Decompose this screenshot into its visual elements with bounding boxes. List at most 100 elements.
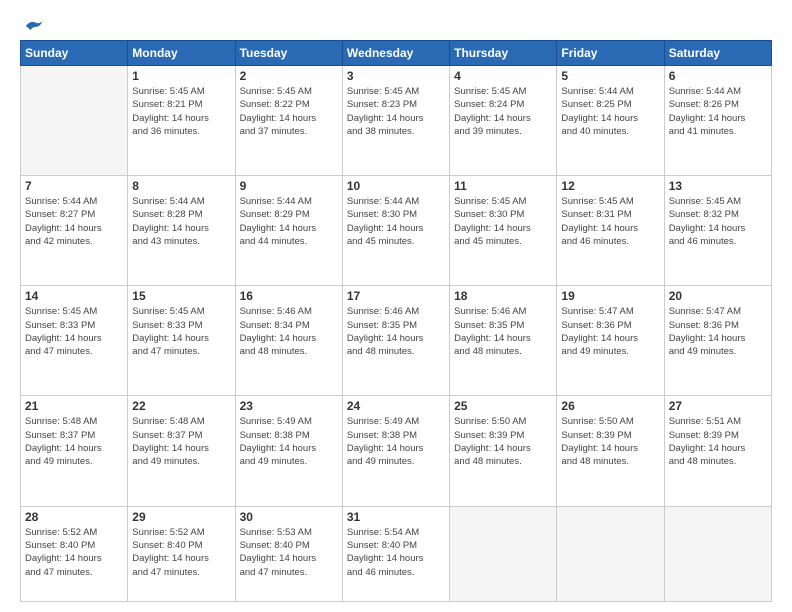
day-number: 16 <box>240 289 338 303</box>
day-info: Sunrise: 5:45 AM Sunset: 8:23 PM Dayligh… <box>347 85 445 138</box>
calendar-cell: 11 Sunrise: 5:45 AM Sunset: 8:30 PM Dayli… <box>450 176 557 286</box>
day-info: Sunrise: 5:45 AM Sunset: 8:24 PM Dayligh… <box>454 85 552 138</box>
day-number: 31 <box>347 510 445 524</box>
calendar-header-tuesday: Tuesday <box>235 41 342 66</box>
calendar-cell: 5 Sunrise: 5:44 AM Sunset: 8:25 PM Daylig… <box>557 66 664 176</box>
day-info: Sunrise: 5:45 AM Sunset: 8:33 PM Dayligh… <box>132 305 230 358</box>
calendar-cell: 1 Sunrise: 5:45 AM Sunset: 8:21 PM Daylig… <box>128 66 235 176</box>
week-row-5: 28Sunrise: 5:52 AM Sunset: 8:40 PM Dayli… <box>21 506 772 601</box>
day-info: Sunrise: 5:44 AM Sunset: 8:29 PM Dayligh… <box>240 195 338 248</box>
calendar-header-thursday: Thursday <box>450 41 557 66</box>
day-info: Sunrise: 5:46 AM Sunset: 8:34 PM Dayligh… <box>240 305 338 358</box>
day-info: Sunrise: 5:54 AM Sunset: 8:40 PM Dayligh… <box>347 526 445 579</box>
calendar-cell: 2 Sunrise: 5:45 AM Sunset: 8:22 PM Daylig… <box>235 66 342 176</box>
logo-bird-icon <box>24 18 44 34</box>
calendar-cell: 4 Sunrise: 5:45 AM Sunset: 8:24 PM Daylig… <box>450 66 557 176</box>
calendar-header-saturday: Saturday <box>664 41 771 66</box>
day-number: 26 <box>561 399 659 413</box>
day-number: 7 <box>25 179 123 193</box>
day-info: Sunrise: 5:47 AM Sunset: 8:36 PM Dayligh… <box>669 305 767 358</box>
calendar-cell: 26 Sunrise: 5:50 AM Sunset: 8:39 PM Dayli… <box>557 396 664 506</box>
calendar-cell: 6 Sunrise: 5:44 AM Sunset: 8:26 PM Daylig… <box>664 66 771 176</box>
day-info: Sunrise: 5:46 AM Sunset: 8:35 PM Dayligh… <box>347 305 445 358</box>
day-info: Sunrise: 5:45 AM Sunset: 8:30 PM Dayligh… <box>454 195 552 248</box>
calendar-cell: 18Sunrise: 5:46 AM Sunset: 8:35 PM Dayli… <box>450 286 557 396</box>
day-info: Sunrise: 5:45 AM Sunset: 8:22 PM Dayligh… <box>240 85 338 138</box>
calendar-header-sunday: Sunday <box>21 41 128 66</box>
day-number: 15 <box>132 289 230 303</box>
logo <box>20 18 44 30</box>
week-row-3: 14 Sunrise: 5:45 AM Sunset: 8:33 PM Dayli… <box>21 286 772 396</box>
day-number: 8 <box>132 179 230 193</box>
calendar-cell: 7Sunrise: 5:44 AM Sunset: 8:27 PM Daylig… <box>21 176 128 286</box>
calendar-cell: 9 Sunrise: 5:44 AM Sunset: 8:29 PM Daylig… <box>235 176 342 286</box>
day-number: 14 <box>25 289 123 303</box>
header <box>20 18 772 30</box>
day-number: 19 <box>561 289 659 303</box>
week-row-2: 7Sunrise: 5:44 AM Sunset: 8:27 PM Daylig… <box>21 176 772 286</box>
day-number: 1 <box>132 69 230 83</box>
day-number: 17 <box>347 289 445 303</box>
day-number: 20 <box>669 289 767 303</box>
calendar-cell: 24Sunrise: 5:49 AM Sunset: 8:38 PM Dayli… <box>342 396 449 506</box>
day-number: 9 <box>240 179 338 193</box>
day-info: Sunrise: 5:51 AM Sunset: 8:39 PM Dayligh… <box>669 415 767 468</box>
calendar-cell: 19 Sunrise: 5:47 AM Sunset: 8:36 PM Dayli… <box>557 286 664 396</box>
calendar-cell: 22 Sunrise: 5:48 AM Sunset: 8:37 PM Dayli… <box>128 396 235 506</box>
day-number: 3 <box>347 69 445 83</box>
day-number: 27 <box>669 399 767 413</box>
day-number: 21 <box>25 399 123 413</box>
day-info: Sunrise: 5:45 AM Sunset: 8:21 PM Dayligh… <box>132 85 230 138</box>
calendar-cell <box>557 506 664 601</box>
calendar-cell: 13Sunrise: 5:45 AM Sunset: 8:32 PM Dayli… <box>664 176 771 286</box>
day-info: Sunrise: 5:48 AM Sunset: 8:37 PM Dayligh… <box>132 415 230 468</box>
day-info: Sunrise: 5:53 AM Sunset: 8:40 PM Dayligh… <box>240 526 338 579</box>
day-number: 29 <box>132 510 230 524</box>
calendar-cell: 21 Sunrise: 5:48 AM Sunset: 8:37 PM Dayli… <box>21 396 128 506</box>
calendar-cell: 12Sunrise: 5:45 AM Sunset: 8:31 PM Dayli… <box>557 176 664 286</box>
calendar-cell <box>664 506 771 601</box>
calendar-header-row: SundayMondayTuesdayWednesdayThursdayFrid… <box>21 41 772 66</box>
calendar-cell: 28Sunrise: 5:52 AM Sunset: 8:40 PM Dayli… <box>21 506 128 601</box>
day-number: 6 <box>669 69 767 83</box>
calendar-cell: 29Sunrise: 5:52 AM Sunset: 8:40 PM Dayli… <box>128 506 235 601</box>
calendar-header-monday: Monday <box>128 41 235 66</box>
day-number: 30 <box>240 510 338 524</box>
day-info: Sunrise: 5:44 AM Sunset: 8:25 PM Dayligh… <box>561 85 659 138</box>
day-info: Sunrise: 5:44 AM Sunset: 8:30 PM Dayligh… <box>347 195 445 248</box>
calendar-cell: 25 Sunrise: 5:50 AM Sunset: 8:39 PM Dayli… <box>450 396 557 506</box>
calendar-cell: 31 Sunrise: 5:54 AM Sunset: 8:40 PM Dayli… <box>342 506 449 601</box>
calendar-cell: 20 Sunrise: 5:47 AM Sunset: 8:36 PM Dayli… <box>664 286 771 396</box>
calendar-cell: 3 Sunrise: 5:45 AM Sunset: 8:23 PM Daylig… <box>342 66 449 176</box>
day-number: 22 <box>132 399 230 413</box>
day-info: Sunrise: 5:48 AM Sunset: 8:37 PM Dayligh… <box>25 415 123 468</box>
week-row-4: 21 Sunrise: 5:48 AM Sunset: 8:37 PM Dayli… <box>21 396 772 506</box>
day-number: 18 <box>454 289 552 303</box>
calendar-cell: 10 Sunrise: 5:44 AM Sunset: 8:30 PM Dayli… <box>342 176 449 286</box>
calendar-cell: 16 Sunrise: 5:46 AM Sunset: 8:34 PM Dayli… <box>235 286 342 396</box>
calendar-cell: 23Sunrise: 5:49 AM Sunset: 8:38 PM Dayli… <box>235 396 342 506</box>
calendar: SundayMondayTuesdayWednesdayThursdayFrid… <box>20 40 772 602</box>
day-number: 4 <box>454 69 552 83</box>
calendar-cell: 8Sunrise: 5:44 AM Sunset: 8:28 PM Daylig… <box>128 176 235 286</box>
day-info: Sunrise: 5:50 AM Sunset: 8:39 PM Dayligh… <box>561 415 659 468</box>
day-number: 25 <box>454 399 552 413</box>
day-info: Sunrise: 5:44 AM Sunset: 8:26 PM Dayligh… <box>669 85 767 138</box>
day-info: Sunrise: 5:47 AM Sunset: 8:36 PM Dayligh… <box>561 305 659 358</box>
logo-text <box>20 18 44 34</box>
week-row-1: 1 Sunrise: 5:45 AM Sunset: 8:21 PM Daylig… <box>21 66 772 176</box>
calendar-cell: 15 Sunrise: 5:45 AM Sunset: 8:33 PM Dayli… <box>128 286 235 396</box>
day-number: 10 <box>347 179 445 193</box>
calendar-cell: 14Sunrise: 5:45 AM Sunset: 8:33 PM Dayli… <box>21 286 128 396</box>
day-number: 13 <box>669 179 767 193</box>
day-number: 11 <box>454 179 552 193</box>
day-info: Sunrise: 5:50 AM Sunset: 8:39 PM Dayligh… <box>454 415 552 468</box>
day-number: 24 <box>347 399 445 413</box>
page: SundayMondayTuesdayWednesdayThursdayFrid… <box>0 0 792 612</box>
day-number: 5 <box>561 69 659 83</box>
calendar-cell <box>450 506 557 601</box>
day-number: 2 <box>240 69 338 83</box>
calendar-header-wednesday: Wednesday <box>342 41 449 66</box>
day-number: 12 <box>561 179 659 193</box>
calendar-cell: 17 Sunrise: 5:46 AM Sunset: 8:35 PM Dayli… <box>342 286 449 396</box>
